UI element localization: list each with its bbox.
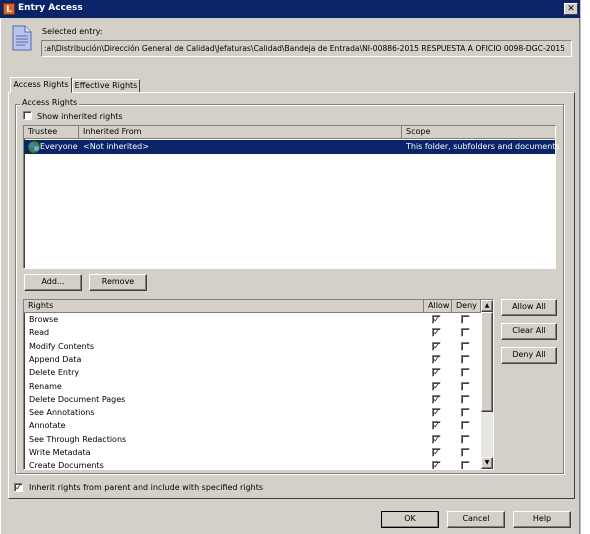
- window-title: Entry Access: [18, 3, 83, 13]
- add-button[interactable]: Add...: [24, 274, 82, 291]
- selected-entry-path[interactable]: :al\Distribución\Dirección General de Ca…: [44, 44, 565, 53]
- allow-checkbox[interactable]: ✓: [432, 448, 441, 457]
- rights-row[interactable]: Read ✓: [24, 326, 481, 339]
- deny-checkbox[interactable]: [461, 368, 470, 378]
- right-name: Annotate: [29, 421, 66, 431]
- allow-checkbox[interactable]: ✓: [432, 461, 441, 469]
- deny-checkbox[interactable]: [461, 354, 470, 364]
- rights-row[interactable]: Append Data ✓: [24, 353, 481, 366]
- deny-checkbox[interactable]: [461, 421, 470, 431]
- right-name: See Annotations: [29, 408, 95, 418]
- rights-row[interactable]: Modify Contents ✓: [24, 340, 481, 353]
- deny-all-button[interactable]: Deny All: [501, 347, 557, 364]
- deny-checkbox[interactable]: [461, 434, 470, 444]
- users-group-icon: [27, 140, 41, 154]
- table-row[interactable]: Everyone <Not inherited> This folder, su…: [24, 140, 560, 154]
- selected-entry-label: Selected entry:: [42, 27, 103, 36]
- inherit-rights-label: Inherit rights from parent and include w…: [29, 483, 264, 492]
- right-name: Append Data: [29, 354, 82, 364]
- deny-checkbox[interactable]: [461, 315, 470, 324]
- tab-effective-rights[interactable]: Effective Rights: [72, 79, 140, 93]
- rights-row[interactable]: See Through Redactions ✓: [24, 433, 481, 446]
- right-name: Write Metadata: [29, 448, 91, 457]
- rights-scrollbar[interactable]: ▲ ▼: [481, 300, 493, 469]
- allow-checkbox[interactable]: ✓: [432, 381, 441, 391]
- deny-checkbox[interactable]: [461, 461, 470, 469]
- rights-row[interactable]: Browse ✓: [24, 313, 481, 326]
- deny-checkbox[interactable]: [461, 381, 470, 391]
- rights-row[interactable]: See Annotations ✓: [24, 406, 481, 419]
- rights-table[interactable]: Rights Allow Deny Browse ✓ Read ✓ Modify Con…: [23, 299, 494, 470]
- rights-row[interactable]: Create Documents ✓: [24, 459, 481, 470]
- trustee-table[interactable]: Trustee Inherited From Scope Everyone <N…: [23, 125, 560, 269]
- inherit-rights-checkbox[interactable]: ✓: [14, 483, 23, 492]
- column-header-deny[interactable]: Deny: [452, 300, 481, 313]
- allow-checkbox[interactable]: ✓: [432, 341, 441, 351]
- app-icon: L: [3, 3, 15, 15]
- title-bar[interactable]: [0, 0, 580, 18]
- ok-button[interactable]: OK: [381, 511, 439, 528]
- scroll-thumb[interactable]: [481, 312, 493, 412]
- access-rights-group-label: Access Rights: [20, 98, 80, 107]
- right-name: Delete Document Pages: [29, 394, 126, 404]
- rights-row[interactable]: Delete Entry ✓: [24, 366, 481, 379]
- column-header-allow[interactable]: Allow: [424, 300, 452, 313]
- right-name: Delete Entry: [29, 368, 80, 378]
- allow-checkbox[interactable]: ✓: [432, 328, 441, 338]
- background-window-edge: [580, 0, 590, 534]
- right-name: Rename: [29, 381, 62, 391]
- deny-checkbox[interactable]: [461, 394, 470, 404]
- scope-cell: This folder, subfolders and documents: [406, 142, 560, 151]
- deny-checkbox[interactable]: [461, 448, 470, 457]
- deny-checkbox[interactable]: [461, 408, 470, 418]
- scroll-up-button[interactable]: ▲: [481, 300, 493, 312]
- deny-checkbox[interactable]: [461, 328, 470, 338]
- tab-access-rights[interactable]: Access Rights: [10, 77, 72, 93]
- column-header-trustee[interactable]: Trustee: [24, 126, 79, 139]
- allow-checkbox[interactable]: ✓: [432, 354, 441, 364]
- trustee-cell: Everyone: [40, 142, 78, 151]
- deny-checkbox[interactable]: [461, 341, 470, 351]
- rights-row[interactable]: Write Metadata ✓: [24, 446, 481, 459]
- scroll-down-button[interactable]: ▼: [481, 457, 493, 469]
- show-inherited-checkbox[interactable]: [23, 111, 32, 120]
- rights-row[interactable]: Annotate ✓: [24, 419, 481, 432]
- allow-checkbox[interactable]: ✓: [432, 394, 441, 404]
- close-button[interactable]: ✕: [564, 3, 578, 15]
- right-name: Read: [29, 328, 50, 338]
- allow-checkbox[interactable]: ✓: [432, 368, 441, 378]
- remove-button[interactable]: Remove: [89, 274, 147, 291]
- right-name: Create Documents: [29, 461, 104, 470]
- help-button[interactable]: Help: [513, 511, 571, 528]
- show-inherited-label: Show inherited rights: [37, 112, 123, 121]
- column-header-inherited-from[interactable]: Inherited From: [79, 126, 402, 139]
- allow-checkbox[interactable]: ✓: [432, 434, 441, 444]
- right-name: Modify Contents: [29, 341, 95, 351]
- rights-row[interactable]: Delete Document Pages ✓: [24, 393, 481, 406]
- clear-all-button[interactable]: Clear All: [501, 323, 557, 340]
- allow-all-button[interactable]: Allow All: [501, 299, 557, 316]
- allow-checkbox[interactable]: ✓: [432, 315, 441, 324]
- column-header-rights[interactable]: Rights: [24, 300, 424, 313]
- inherited-from-cell: <Not inherited>: [83, 142, 149, 151]
- right-name: Browse: [29, 315, 59, 324]
- allow-checkbox[interactable]: ✓: [432, 421, 441, 431]
- right-name: See Through Redactions: [29, 434, 127, 444]
- allow-checkbox[interactable]: ✓: [432, 408, 441, 418]
- rights-row[interactable]: Rename ✓: [24, 380, 481, 393]
- document-icon: [12, 25, 32, 51]
- column-header-scope[interactable]: Scope: [402, 126, 555, 139]
- cancel-button[interactable]: Cancel: [447, 511, 505, 528]
